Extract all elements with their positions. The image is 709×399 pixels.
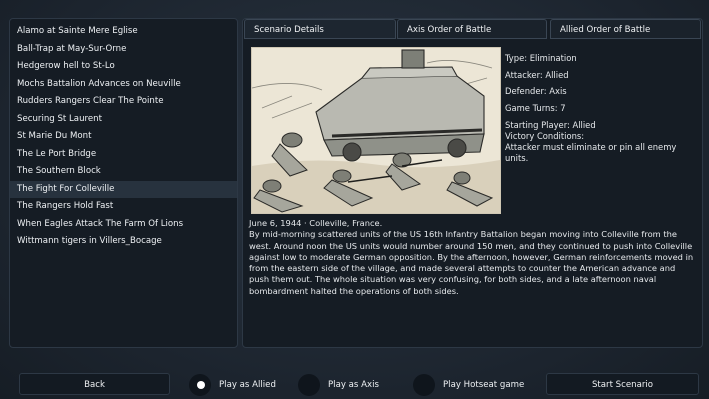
scenario-info: Type: Elimination Attacker: Allied Defen…	[505, 50, 695, 165]
scenario-details-panel: Scenario Details Axis Order of Battle Al…	[242, 18, 703, 348]
play-hotseat-label: Play Hotseat game	[443, 380, 525, 390]
scenario-illustration	[251, 47, 501, 214]
scenario-list-item[interactable]: Alamo at Sainte Mere Eglise	[10, 23, 237, 41]
play-hotseat-option[interactable]: Play Hotseat game	[413, 374, 525, 396]
scenario-game-turns: Game Turns: 7	[505, 102, 566, 113]
scenario-list-item[interactable]: The Southern Block	[10, 163, 237, 181]
scenario-list-item[interactable]: The Le Port Bridge	[10, 146, 237, 164]
scenario-dateline: June 6, 1944 · Colleville, France.	[249, 218, 383, 228]
scenario-starting-player: Starting Player: Allied	[505, 120, 596, 130]
scenario-defender: Defender: Axis	[505, 86, 567, 96]
radio-selected-icon[interactable]	[189, 374, 211, 396]
scenario-list-item[interactable]: The Rangers Hold Fast	[10, 198, 237, 216]
scenario-description: June 6, 1944 · Colleville, France. By mi…	[249, 218, 697, 297]
scenario-list-item[interactable]: Wittmann tigers in Villers_Bocage	[10, 233, 237, 251]
scenario-attacker: Attacker: Allied	[505, 69, 569, 80]
play-as-axis-option[interactable]: Play as Axis	[298, 374, 379, 396]
scenario-list: Alamo at Sainte Mere Eglise Ball-Trap at …	[10, 23, 237, 251]
victory-conditions-label: Victory Conditions:	[505, 131, 585, 141]
play-as-allied-option[interactable]: Play as Allied	[189, 374, 276, 396]
victory-conditions-text: Attacker must eliminate or pin all enemy…	[505, 142, 677, 164]
scenario-list-item[interactable]: Ball-Trap at May-Sur-Orne	[10, 41, 237, 59]
radio-unselected-icon[interactable]	[298, 374, 320, 396]
play-as-allied-label: Play as Allied	[219, 380, 276, 390]
scenario-list-item[interactable]: Hedgerow hell to St-Lo	[10, 58, 237, 76]
scenario-list-panel: Alamo at Sainte Mere Eglise Ball-Trap at …	[9, 18, 238, 348]
radio-unselected-icon[interactable]	[413, 374, 435, 396]
back-button[interactable]: Back	[19, 373, 170, 395]
scenario-list-item[interactable]: The Fight For Colleville	[10, 180, 237, 198]
tab-axis-order-of-battle[interactable]: Axis Order of Battle	[397, 19, 547, 39]
play-as-axis-label: Play as Axis	[328, 380, 379, 390]
scenario-list-item[interactable]: Securing St Laurent	[10, 111, 237, 129]
scenario-description-body: By mid-morning scattered units of the US…	[249, 229, 694, 296]
scenario-list-item[interactable]: St Marie Du Mont	[10, 128, 237, 146]
scenario-list-item[interactable]: Mochs Battalion Advances on Neuville	[10, 76, 237, 94]
scenario-type: Type: Elimination	[505, 53, 577, 63]
tab-allied-order-of-battle[interactable]: Allied Order of Battle	[550, 19, 701, 39]
scenario-list-item[interactable]: Rudders Rangers Clear The Pointe	[10, 93, 237, 111]
scenario-list-item[interactable]: When Eagles Attack The Farm Of Lions	[10, 216, 237, 234]
tab-bar: Scenario Details Axis Order of Battle Al…	[243, 19, 702, 40]
start-scenario-button[interactable]: Start Scenario	[546, 373, 699, 395]
tab-scenario-details[interactable]: Scenario Details	[244, 19, 396, 39]
